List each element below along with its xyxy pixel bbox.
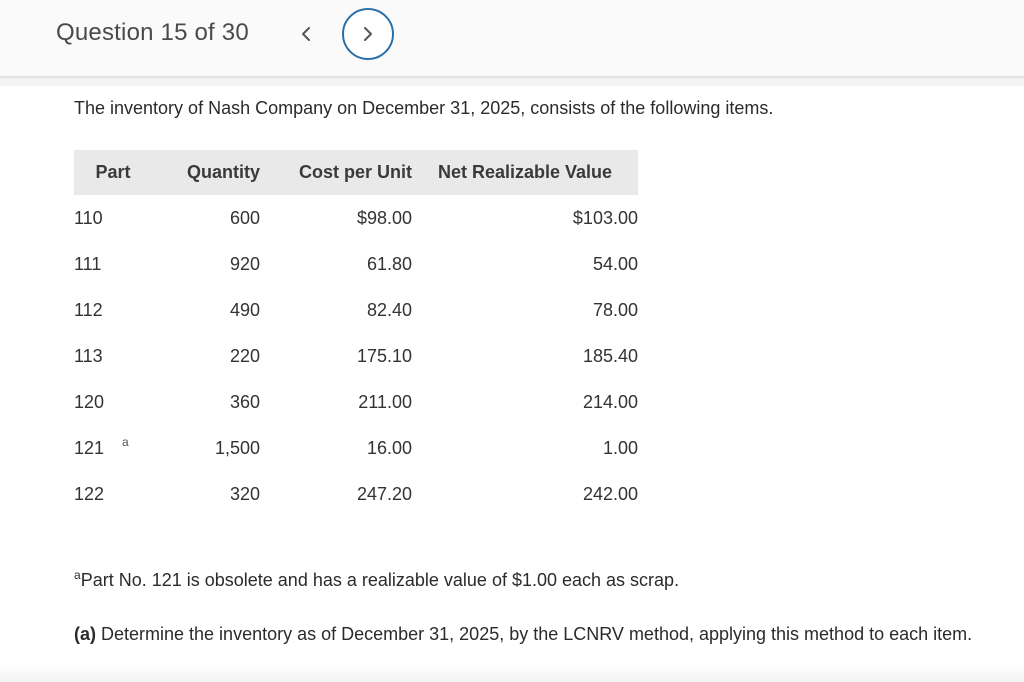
header-quantity: Quantity — [152, 150, 260, 195]
header-net-realizable-value: Net Realizable Value — [412, 150, 638, 195]
table-row: 112 490 82.40 78.00 — [74, 287, 638, 333]
cost-cell: 247.20 — [356, 483, 412, 504]
nrv-cell: 54.00 — [592, 253, 638, 274]
nrv-cell: 1.00 — [602, 437, 638, 458]
header-cost-per-unit: Cost per Unit — [260, 150, 412, 195]
question-intro: The inventory of Nash Company on Decembe… — [74, 98, 774, 118]
cost-cell: 16.00 — [366, 437, 412, 458]
part-cell: 122 — [74, 483, 105, 504]
header-divider — [0, 78, 1024, 86]
quantity-cell: 600 — [229, 207, 260, 228]
cost-cell: 82.40 — [366, 299, 412, 320]
quantity-cell: 220 — [229, 345, 260, 366]
footnote-mark: a — [74, 568, 81, 582]
part-a-text: Determine the inventory as of December 3… — [96, 624, 973, 644]
table-row: 121 a 1,500 16.00 1.00 — [74, 425, 638, 471]
nrv-cell: 185.40 — [582, 345, 638, 366]
part-cell: 111 — [74, 253, 102, 274]
part-cell: 121 a — [74, 425, 152, 471]
part-number: 121 — [74, 437, 105, 458]
nrv-cell: 242.00 — [582, 483, 638, 504]
nrv-cell: 78.00 — [592, 299, 638, 320]
table-header-row: Part Quantity Cost per Unit Net Realizab… — [74, 150, 638, 195]
nrv-cell: $103.00 — [572, 207, 638, 228]
cost-cell: 175.10 — [356, 345, 412, 366]
previous-question-button[interactable] — [293, 20, 319, 48]
table-row: 113 220 175.10 185.40 — [74, 333, 638, 379]
table-row: 120 360 211.00 214.00 — [74, 379, 638, 425]
chevron-right-icon — [364, 27, 372, 41]
quantity-cell: 920 — [229, 253, 260, 274]
next-question-button[interactable] — [342, 8, 394, 60]
part-a-label: (a) — [74, 624, 96, 644]
chevron-left-icon — [302, 27, 310, 41]
cost-cell: $98.00 — [356, 207, 412, 228]
cost-cell: 211.00 — [358, 391, 412, 412]
part-cell: 110 — [74, 207, 103, 228]
cost-cell: 61.80 — [366, 253, 412, 274]
inventory-table: Part Quantity Cost per Unit Net Realizab… — [74, 150, 638, 517]
nrv-cell: 214.00 — [582, 391, 638, 412]
question-counter: Question 15 of 30 — [56, 19, 249, 46]
quantity-cell: 360 — [229, 391, 260, 412]
question-header: Question 15 of 30 — [0, 0, 1024, 78]
question-part-a: (a) Determine the inventory as of Decemb… — [74, 624, 972, 645]
part-cell: 120 — [74, 391, 105, 412]
part-cell: 112 — [74, 299, 103, 320]
header-part: Part — [74, 150, 152, 195]
quantity-cell: 320 — [229, 483, 260, 504]
quantity-cell: 1,500 — [214, 437, 260, 458]
table-row: 110 600 $98.00 $103.00 — [74, 195, 638, 241]
quantity-cell: 490 — [229, 299, 260, 320]
footnote-marker: a — [122, 434, 129, 449]
table-row: 111 920 61.80 54.00 — [74, 241, 638, 287]
table-row: 122 320 247.20 242.00 — [74, 471, 638, 517]
table-footnote: aPart No. 121 is obsolete and has a real… — [74, 568, 680, 591]
part-cell: 113 — [74, 345, 103, 366]
footnote-text: Part No. 121 is obsolete and has a reali… — [80, 570, 680, 590]
answer-area-edge — [0, 664, 1024, 682]
